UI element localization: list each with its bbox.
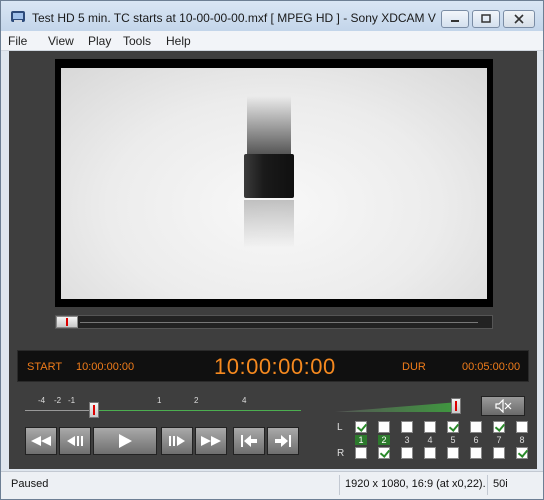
jog-forward-track [95,410,301,411]
step-back-button[interactable] [59,427,91,455]
pillar-reflection [244,200,294,248]
left-channel-8-checkbox[interactable] [516,421,528,433]
jog-label: -4 [38,396,46,405]
current-timecode: 10:00:00:00 [214,354,336,379]
jog-label: -1 [68,396,76,405]
pillar-shadow [247,96,291,156]
channel-number: 1 [355,435,367,445]
channel-number: 3 [404,435,410,445]
speaker-mute-icon [495,399,512,413]
pillar-object [244,154,294,198]
jog-shuttle-slider[interactable]: -4 -2 -1 1 2 4 [25,396,301,418]
right-channel-3-checkbox[interactable] [401,447,413,459]
right-channel-label: R [337,448,345,459]
menu-file[interactable]: File [8,34,27,48]
fast-forward-button[interactable] [195,427,227,455]
left-channel-4-checkbox[interactable] [424,421,436,433]
window-title: Test HD 5 min. TC starts at 10-00-00-00.… [32,11,436,25]
left-channel-2-checkbox[interactable] [378,421,390,433]
timecode-panel: START 10:00:00:00 10:00:00:00 DUR 00:05:… [17,350,529,382]
position-scrubber[interactable] [55,315,493,329]
step-forward-icon [169,436,185,446]
jog-thumb[interactable] [89,402,99,418]
left-channel-1-checkbox[interactable] [355,421,367,433]
player-window: Test HD 5 min. TC starts at 10-00-00-00.… [0,0,544,500]
field-format: 50i [493,478,508,490]
minimize-icon [451,20,459,22]
left-channel-7-checkbox[interactable] [493,421,505,433]
status-separator [339,475,340,495]
video-frame [55,59,493,307]
jog-label: 1 [157,396,162,405]
menu-play[interactable]: Play [88,34,111,48]
right-channel-8-checkbox[interactable] [516,447,528,459]
resolution-info: 1920 x 1080, 16:9 (at x0,22). [345,478,486,490]
channel-number: 5 [450,435,456,445]
menu-tools[interactable]: Tools [123,34,151,48]
start-label: START [27,361,63,373]
left-channel-5-checkbox[interactable] [447,421,459,433]
duration-label: DUR [402,361,426,373]
scrubber-track [80,322,478,323]
channel-number: 4 [427,435,433,445]
jog-label: -2 [54,396,62,405]
right-channel-5-checkbox[interactable] [447,447,459,459]
channel-number: 2 [378,435,390,445]
minimize-button[interactable] [441,10,469,28]
fast-forward-icon [201,436,221,446]
menu-bar: File View Play Tools Help [1,31,543,51]
channel-number: 7 [496,435,502,445]
status-bar: Paused 1920 x 1080, 16:9 (at x0,22). 50i [1,471,543,499]
menu-help[interactable]: Help [166,34,191,48]
close-button[interactable] [503,10,535,28]
status-separator [487,475,488,495]
fast-rewind-icon [31,436,51,446]
right-channel-1-checkbox[interactable] [355,447,367,459]
go-to-start-button[interactable] [233,427,265,455]
go-to-end-button[interactable] [267,427,299,455]
maximize-button[interactable] [472,10,500,28]
scrubber-thumb[interactable] [56,316,78,328]
step-forward-button[interactable] [161,427,193,455]
playback-state: Paused [11,478,49,490]
close-icon [514,14,524,24]
right-channel-4-checkbox[interactable] [424,447,436,459]
start-timecode: 10:00:00:00 [76,361,135,373]
left-channel-3-checkbox[interactable] [401,421,413,433]
app-icon [10,9,26,24]
menu-view[interactable]: View [48,34,74,48]
title-bar[interactable]: Test HD 5 min. TC starts at 10-00-00-00.… [1,1,543,31]
left-channel-6-checkbox[interactable] [470,421,482,433]
video-viewport[interactable] [61,68,487,299]
player-panel: START 10:00:00:00 10:00:00:00 DUR 00:05:… [9,51,537,469]
volume-slider[interactable] [335,398,463,418]
duration-timecode: 00:05:00:00 [462,361,521,373]
go-to-end-icon [275,435,291,447]
left-channel-label: L [337,422,343,433]
play-icon [119,434,132,448]
fast-rewind-button[interactable] [25,427,57,455]
volume-thumb[interactable] [451,398,461,414]
jog-label: 4 [242,396,247,405]
mute-button[interactable] [481,396,525,416]
maximize-icon [481,14,491,23]
channel-number: 8 [519,435,525,445]
right-channel-2-checkbox[interactable] [378,447,390,459]
jog-label: 2 [194,396,199,405]
right-channel-7-checkbox[interactable] [493,447,505,459]
volume-wedge [335,402,459,412]
go-to-start-icon [241,435,257,447]
right-channel-6-checkbox[interactable] [470,447,482,459]
step-back-icon [67,436,83,446]
channel-number: 6 [473,435,479,445]
play-button[interactable] [93,427,157,455]
